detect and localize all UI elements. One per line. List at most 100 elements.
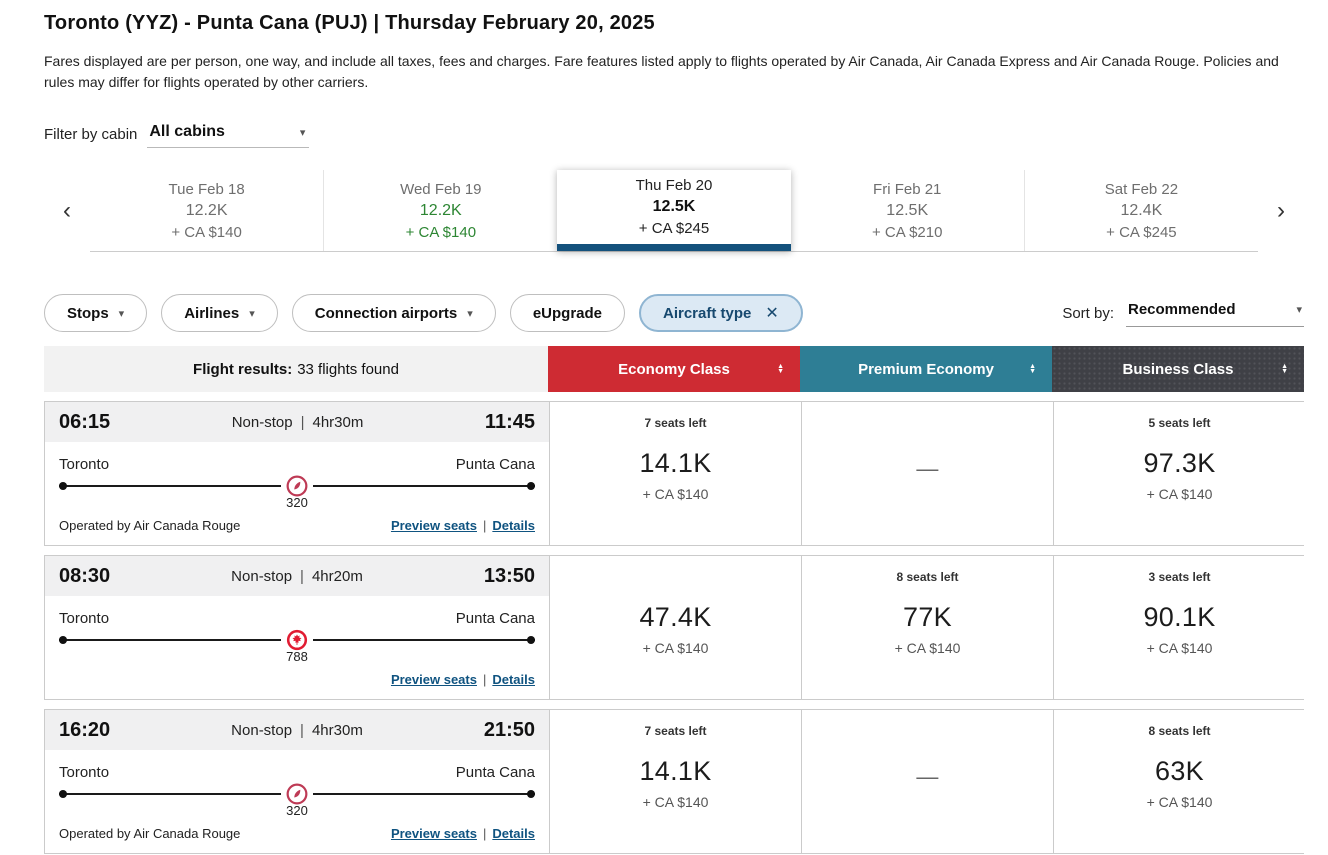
pill-label: eUpgrade: [533, 305, 602, 322]
tab-miles: 12.4K: [1121, 202, 1163, 220]
duration-label: 4hr30m: [312, 722, 363, 739]
fare-unavailable-dash: —: [802, 764, 1053, 790]
seats-left-label: [550, 570, 801, 588]
destination-city: Punta Cana: [456, 610, 535, 627]
economy-class-column-header[interactable]: Economy Class ▲▼: [548, 346, 800, 392]
tab-miles: 12.2K: [186, 202, 228, 220]
fare-miles: 47.4K: [550, 602, 801, 633]
tab-date: Tue Feb 18: [169, 181, 245, 198]
chevron-down-icon: ▾: [119, 307, 125, 320]
flight-row: 06:15 Non-stop | 4hr30m 11:45 Toronto Pu…: [44, 401, 1304, 546]
results-header: Flight results: 33 flights found Economy…: [44, 346, 1304, 392]
origin-city: Toronto: [59, 610, 109, 627]
flight-info: 16:20 Non-stop | 4hr30m 21:50 Toronto Pu…: [45, 710, 549, 853]
sort-arrows-icon: ▲▼: [777, 364, 784, 374]
premium-economy-column-header[interactable]: Premium Economy ▲▼: [800, 346, 1052, 392]
business-fare-cell[interactable]: 3 seats left 90.1K + CA $140: [1053, 556, 1305, 699]
tab-date: Thu Feb 20: [636, 177, 713, 194]
economy-fare-cell[interactable]: 47.4K + CA $140: [549, 556, 801, 699]
tab-price: + CA $245: [1106, 224, 1176, 241]
carousel-prev-button[interactable]: ‹: [44, 170, 90, 252]
economy-fare-cell[interactable]: 7 seats left 14.1K + CA $140: [549, 710, 801, 853]
fare-miles: 14.1K: [550, 448, 801, 479]
pill-label: Connection airports: [315, 305, 458, 322]
arrival-time: 21:50: [484, 719, 535, 742]
seats-left-label: 8 seats left: [1054, 724, 1305, 742]
tab-price: + CA $245: [639, 220, 709, 237]
flight-row: 08:30 Non-stop | 4hr20m 13:50 Toronto Pu…: [44, 555, 1304, 700]
details-link[interactable]: Details: [492, 672, 535, 687]
route-section: Toronto Punta Cana 320: [45, 442, 549, 510]
preview-seats-link[interactable]: Preview seats: [391, 518, 477, 533]
business-fare-cell[interactable]: 8 seats left 63K + CA $140: [1053, 710, 1305, 853]
business-fare-cell[interactable]: 5 seats left 97.3K + CA $140: [1053, 402, 1305, 545]
premium-economy-fare-cell[interactable]: 8 seats left 77K + CA $140: [801, 556, 1053, 699]
sort-box: Sort by: Recommended ▾: [1062, 299, 1304, 327]
details-link[interactable]: Details: [492, 826, 535, 841]
economy-fare-cell[interactable]: 7 seats left 14.1K + CA $140: [549, 402, 801, 545]
seats-left-label: [802, 724, 1053, 742]
date-tab-sat-feb-22[interactable]: Sat Feb 22 12.4K + CA $245: [1024, 170, 1258, 251]
aircraft-type-code: 788: [59, 649, 535, 664]
pill-label: Aircraft type: [663, 305, 751, 322]
seats-left-label: 7 seats left: [550, 416, 801, 434]
details-link[interactable]: Details: [492, 518, 535, 533]
carousel-next-button[interactable]: ›: [1258, 170, 1304, 252]
route-section: Toronto Punta Cana 788: [45, 596, 549, 664]
preview-seats-link[interactable]: Preview seats: [391, 826, 477, 841]
flight-results-count: 33 flights found: [297, 361, 399, 378]
fare-unavailable-dash: —: [802, 456, 1053, 482]
tab-miles: 12.2K: [420, 202, 462, 220]
business-class-column-header[interactable]: Business Class ▲▼: [1052, 346, 1304, 392]
origin-city: Toronto: [59, 456, 109, 473]
date-tab-thu-feb-20-selected[interactable]: Thu Feb 20 12.5K + CA $245: [557, 170, 790, 251]
destination-city: Punta Cana: [456, 456, 535, 473]
tab-date: Sat Feb 22: [1105, 181, 1178, 198]
date-tab-fri-feb-21[interactable]: Fri Feb 21 12.5K + CA $210: [791, 170, 1024, 251]
stops-filter-button[interactable]: Stops ▾: [44, 294, 147, 332]
column-label: Business Class: [1123, 361, 1234, 378]
premium-economy-fare-cell-unavailable: —: [801, 710, 1053, 853]
departure-time: 08:30: [59, 565, 110, 588]
close-icon[interactable]: ✕: [765, 303, 778, 323]
chevron-down-icon: ▾: [300, 126, 306, 139]
date-tab-wed-feb-19[interactable]: Wed Feb 19 12.2K + CA $140: [323, 170, 557, 251]
origin-city: Toronto: [59, 764, 109, 781]
fare-miles: 97.3K: [1054, 448, 1305, 479]
departure-time: 16:20: [59, 719, 110, 742]
tab-price: + CA $210: [872, 224, 942, 241]
flight-row: 16:20 Non-stop | 4hr30m 21:50 Toronto Pu…: [44, 709, 1304, 854]
pipe-separator: |: [483, 826, 486, 841]
duration-label: 4hr20m: [312, 568, 363, 585]
pipe-separator: |: [301, 414, 305, 431]
fare-cash: + CA $140: [550, 794, 801, 810]
fare-miles: 77K: [802, 602, 1053, 633]
aircraft-type-filter-button-active[interactable]: Aircraft type ✕: [639, 294, 803, 332]
cabin-filter-select[interactable]: All cabins ▾: [147, 121, 309, 148]
stops-label: Non-stop: [231, 722, 292, 739]
premium-economy-fare-cell-unavailable: —: [801, 402, 1053, 545]
seats-left-label: 8 seats left: [802, 570, 1053, 588]
departure-time: 06:15: [59, 411, 110, 434]
fare-miles: 63K: [1054, 756, 1305, 787]
connection-airports-filter-button[interactable]: Connection airports ▾: [292, 294, 496, 332]
chevron-down-icon: ▾: [1296, 303, 1302, 316]
pipe-separator: |: [483, 672, 486, 687]
pipe-separator: |: [300, 722, 304, 739]
sort-arrows-icon: ▲▼: [1281, 364, 1288, 374]
fare-cash: + CA $140: [550, 640, 801, 656]
flight-results-label: Flight results:: [193, 361, 292, 378]
cabin-filter-label: Filter by cabin: [44, 126, 137, 143]
seats-left-label: 5 seats left: [1054, 416, 1305, 434]
sort-select[interactable]: Recommended ▾: [1126, 299, 1304, 327]
tab-price: + CA $140: [406, 224, 476, 241]
preview-seats-link[interactable]: Preview seats: [391, 672, 477, 687]
date-tab-tue-feb-18[interactable]: Tue Feb 18 12.2K + CA $140: [90, 170, 323, 251]
seats-left-label: 3 seats left: [1054, 570, 1305, 588]
airlines-filter-button[interactable]: Airlines ▾: [161, 294, 278, 332]
flight-results-summary: Flight results: 33 flights found: [44, 346, 548, 392]
fare-cash: + CA $140: [802, 640, 1053, 656]
eupgrade-filter-button[interactable]: eUpgrade: [510, 294, 625, 332]
operated-by-label: Operated by Air Canada Rouge: [59, 826, 240, 841]
chevron-down-icon: ▾: [249, 307, 255, 320]
